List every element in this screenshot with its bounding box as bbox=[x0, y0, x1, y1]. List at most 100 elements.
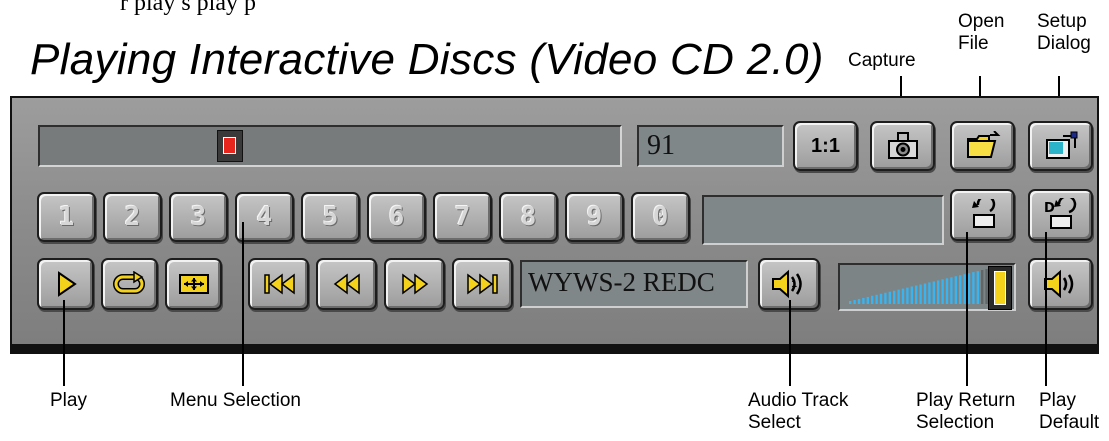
volume-level-bar bbox=[893, 290, 896, 304]
return-icon bbox=[971, 199, 995, 228]
play-default-label: Play Default bbox=[1039, 390, 1100, 433]
audio-track-icon: 1 bbox=[772, 269, 802, 299]
top-partial-text: r play s play p bbox=[120, 0, 256, 16]
number-key-button[interactable]: 6 bbox=[367, 192, 426, 242]
volume-level-bar bbox=[897, 289, 900, 304]
volume-level-bar bbox=[972, 272, 975, 304]
aspect-ratio-label: 1:1 bbox=[811, 134, 840, 157]
repeat-button[interactable] bbox=[101, 258, 158, 310]
play-leader bbox=[63, 300, 65, 386]
volume-bars bbox=[849, 269, 988, 304]
capture-button[interactable] bbox=[870, 121, 935, 171]
volume-level-bar bbox=[862, 297, 865, 304]
entry-field bbox=[702, 195, 944, 245]
svg-text:1: 1 bbox=[791, 280, 797, 290]
fast-forward-button[interactable] bbox=[384, 258, 445, 310]
seek-thumb[interactable] bbox=[217, 130, 243, 162]
menu-selection-leader bbox=[242, 222, 244, 386]
menu-selection-label: Menu Selection bbox=[170, 390, 301, 411]
fit-screen-button[interactable] bbox=[165, 258, 222, 310]
number-key-label: 3 bbox=[190, 202, 207, 232]
volume-level-bar bbox=[857, 298, 861, 304]
number-key-label: 6 bbox=[388, 202, 405, 232]
volume-slider-handle[interactable] bbox=[988, 266, 1012, 310]
volume-level-bar bbox=[906, 287, 909, 304]
open-file-label: Open File bbox=[958, 11, 1005, 54]
number-key-label: 4 bbox=[256, 202, 273, 232]
play-icon bbox=[57, 271, 77, 297]
number-key-label: 8 bbox=[520, 202, 537, 232]
volume-level-bar bbox=[849, 301, 852, 304]
volume-level-bar bbox=[853, 300, 856, 304]
number-key-label: 9 bbox=[586, 202, 603, 232]
play-default-button[interactable]: D bbox=[1028, 189, 1093, 241]
folder-open-icon bbox=[966, 131, 1000, 158]
next-track-button[interactable] bbox=[452, 258, 513, 310]
number-key-button[interactable]: 5 bbox=[301, 192, 360, 242]
volume-level-bar bbox=[941, 279, 944, 304]
volume-level-bar bbox=[910, 286, 913, 304]
number-key-button[interactable]: 1 bbox=[37, 192, 96, 242]
seek-thumb-marker bbox=[223, 137, 236, 154]
volume-level-bar bbox=[923, 283, 927, 304]
volume-level-bar bbox=[919, 284, 922, 304]
number-key-button[interactable]: 2 bbox=[103, 192, 162, 242]
play-label: Play bbox=[50, 390, 87, 411]
next-track-icon bbox=[466, 273, 498, 295]
play-return-selection-label: Play Return Selection bbox=[916, 390, 1016, 433]
number-key-label: 2 bbox=[124, 202, 141, 232]
setup-icon bbox=[1045, 131, 1077, 159]
counter-display: 91 bbox=[637, 125, 784, 167]
volume-level-bar bbox=[915, 285, 918, 304]
volume-level-bar bbox=[967, 273, 971, 304]
play-default-leader bbox=[1045, 232, 1047, 386]
volume-level-bar bbox=[901, 288, 905, 304]
volume-level-bar bbox=[928, 282, 931, 304]
previous-track-icon bbox=[263, 273, 295, 295]
seek-bar[interactable] bbox=[38, 125, 622, 167]
volume-level-bar bbox=[954, 276, 957, 304]
default-icon: D bbox=[1044, 198, 1076, 229]
player-bottom-edge bbox=[10, 346, 1099, 354]
rewind-icon bbox=[333, 273, 360, 295]
audio-track-select-label: Audio Track Select bbox=[748, 390, 849, 433]
number-key-button[interactable]: 7 bbox=[433, 192, 492, 242]
volume-level-bar bbox=[981, 270, 984, 304]
volume-level-bar bbox=[976, 271, 979, 304]
svg-text:D: D bbox=[1044, 201, 1055, 216]
number-key-label: 1 bbox=[58, 202, 75, 232]
fit-screen-icon bbox=[178, 274, 209, 294]
number-key-button[interactable]: 0 bbox=[631, 192, 690, 242]
volume-level-bar bbox=[871, 295, 874, 304]
setup-dialog-label: Setup Dialog bbox=[1037, 11, 1091, 54]
volume-level-bar bbox=[884, 292, 887, 304]
previous-track-button[interactable] bbox=[248, 258, 309, 310]
volume-level-bar bbox=[875, 294, 878, 304]
play-return-leader bbox=[966, 232, 968, 386]
speaker-button[interactable] bbox=[1028, 258, 1093, 310]
number-key-label: 5 bbox=[322, 202, 339, 232]
repeat-icon bbox=[112, 271, 145, 294]
number-key-button[interactable]: 9 bbox=[565, 192, 624, 242]
audio-track-leader bbox=[789, 300, 791, 386]
volume-level-bar bbox=[945, 278, 949, 304]
volume-level-bar bbox=[879, 293, 883, 304]
play-return-button[interactable] bbox=[950, 189, 1015, 241]
rewind-button[interactable] bbox=[316, 258, 377, 310]
number-key-button[interactable]: 3 bbox=[169, 192, 228, 242]
camera-icon bbox=[887, 132, 918, 159]
number-key-label: 7 bbox=[454, 202, 471, 232]
volume-level-bar bbox=[959, 275, 962, 304]
volume-level-bar bbox=[888, 291, 891, 304]
setup-dialog-button[interactable] bbox=[1028, 121, 1093, 171]
volume-level-bar bbox=[937, 280, 940, 304]
number-key-button[interactable]: 8 bbox=[499, 192, 558, 242]
fast-forward-icon bbox=[401, 273, 428, 295]
volume-level-bar bbox=[866, 296, 869, 304]
volume-level-bar bbox=[932, 281, 935, 304]
aspect-ratio-button[interactable]: 1:1 bbox=[793, 121, 858, 171]
capture-label: Capture bbox=[848, 50, 916, 71]
play-button[interactable] bbox=[37, 258, 94, 310]
number-key-label: 0 bbox=[652, 202, 669, 232]
open-file-button[interactable] bbox=[950, 121, 1015, 171]
